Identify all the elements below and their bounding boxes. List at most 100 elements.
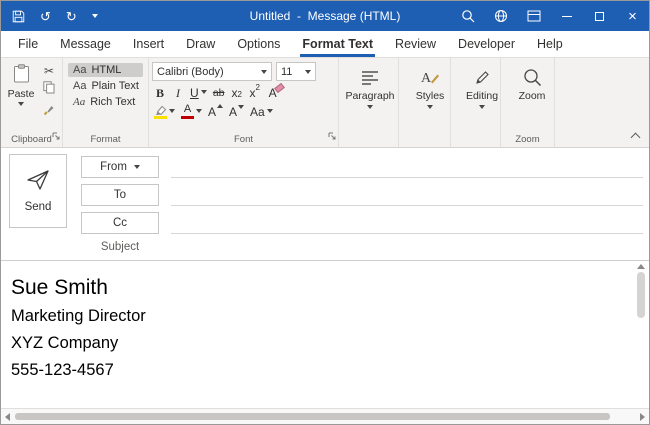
font-group-label: Font [234, 134, 253, 145]
maximize-button[interactable] [583, 1, 616, 31]
customize-quick-access-icon[interactable] [92, 14, 98, 18]
shrink-font-button[interactable]: A [227, 103, 246, 119]
ribbon-display-options-icon[interactable] [517, 1, 550, 31]
scroll-right-icon[interactable] [640, 413, 645, 421]
send-icon [26, 169, 50, 196]
cut-icon[interactable]: ✂ [44, 65, 54, 77]
cc-button[interactable]: Cc [81, 212, 159, 234]
clipboard-group-label: Clipboard [11, 134, 52, 145]
minimize-button[interactable] [550, 1, 583, 31]
tab-insert[interactable]: Insert [122, 31, 175, 57]
horizontal-scroll-track[interactable] [15, 413, 635, 420]
subscript-button[interactable]: x2 [229, 84, 245, 100]
copy-icon[interactable] [43, 81, 55, 99]
zoom-group: Zoom Zoom [501, 58, 555, 147]
globe-icon[interactable] [484, 1, 517, 31]
underline-button[interactable]: U [188, 84, 209, 100]
editing-group: Editing [451, 58, 501, 147]
format-painter-icon[interactable] [43, 103, 55, 121]
clipboard-dialog-launcher-icon[interactable] [52, 127, 60, 145]
font-dialog-launcher-icon[interactable] [328, 127, 336, 145]
cc-field[interactable] [171, 233, 643, 234]
paste-dropdown-icon[interactable] [18, 102, 24, 106]
font-group: Calibri (Body) 11 B I U ab x2 x2 A [149, 58, 339, 147]
format-html-button[interactable]: Aa HTML [68, 63, 143, 77]
tab-developer[interactable]: Developer [447, 31, 526, 57]
window-controls: × [451, 1, 649, 31]
to-field[interactable] [171, 205, 643, 206]
paragraph-button[interactable]: Paragraph [342, 62, 398, 109]
tab-file[interactable]: File [7, 31, 49, 57]
font-size-dropdown-icon[interactable] [305, 70, 311, 74]
paragraph-dropdown-icon[interactable] [367, 105, 373, 109]
strikethrough-button[interactable]: ab [211, 84, 227, 100]
horizontal-scroll-thumb[interactable] [15, 413, 610, 420]
zoom-button[interactable]: Zoom [504, 62, 560, 102]
styles-group: A Styles [399, 58, 451, 147]
grow-font-arrow-icon [217, 104, 223, 108]
highlighter-icon [154, 103, 167, 119]
paste-button[interactable]: Paste [4, 62, 38, 121]
to-button[interactable]: To [81, 184, 159, 206]
tab-format-text[interactable]: Format Text [291, 31, 384, 57]
from-field[interactable] [171, 177, 643, 178]
scroll-left-icon[interactable] [5, 413, 10, 421]
tab-help[interactable]: Help [526, 31, 574, 57]
redo-icon[interactable]: ↻ [66, 10, 77, 23]
title-bar: ↺ ↻ Untitled - Message (HTML) × [1, 1, 649, 31]
window-title: Untitled - Message (HTML) [250, 9, 401, 23]
styles-button[interactable]: A Styles [402, 62, 458, 109]
paste-label: Paste [8, 88, 35, 100]
shrink-font-arrow-icon [238, 105, 244, 109]
editing-icon [475, 67, 490, 87]
font-size-combobox[interactable]: 11 [276, 62, 316, 81]
tab-options[interactable]: Options [226, 31, 291, 57]
italic-button[interactable]: I [170, 84, 186, 100]
send-button[interactable]: Send [9, 154, 67, 228]
change-case-dropdown-icon[interactable] [267, 109, 273, 113]
tab-message[interactable]: Message [49, 31, 122, 57]
format-rich-text-button[interactable]: Aa Rich Text [68, 95, 143, 109]
bold-button[interactable]: B [152, 84, 168, 100]
text-highlight-color-button[interactable] [152, 103, 177, 119]
tab-draw[interactable]: Draw [175, 31, 226, 57]
from-dropdown-icon[interactable] [134, 165, 140, 169]
styles-dropdown-icon[interactable] [427, 105, 433, 109]
signature-name: Sue Smith [11, 273, 629, 303]
clear-formatting-button[interactable]: A [265, 84, 281, 100]
from-button[interactable]: From [81, 156, 159, 178]
vertical-scrollbar[interactable] [635, 264, 647, 405]
superscript-button[interactable]: x2 [247, 84, 263, 100]
format-plain-text-button[interactable]: Aa Plain Text [68, 79, 143, 93]
scroll-up-icon[interactable] [637, 264, 645, 269]
font-name-dropdown-icon[interactable] [261, 70, 267, 74]
format-group: Aa HTML Aa Plain Text Aa Rich Text Forma… [63, 58, 149, 147]
font-name-combobox[interactable]: Calibri (Body) [152, 62, 272, 81]
underline-dropdown-icon[interactable] [201, 90, 207, 94]
font-color-button[interactable]: A [179, 103, 204, 119]
font-color-icon: A [181, 103, 194, 119]
ribbon-tab-bar: File Message Insert Draw Options Format … [1, 31, 649, 58]
save-icon[interactable] [12, 10, 25, 23]
message-body[interactable]: Sue Smith Marketing Director XYZ Company… [1, 261, 649, 408]
tab-review[interactable]: Review [384, 31, 447, 57]
horizontal-scrollbar[interactable] [1, 408, 649, 424]
search-icon[interactable] [451, 1, 484, 31]
signature-phone: 555-123-4567 [11, 357, 629, 384]
zoom-group-label: Zoom [515, 134, 539, 145]
font-color-dropdown-icon[interactable] [196, 109, 202, 113]
clipboard-group: Paste ✂ Clipboard [1, 58, 63, 147]
quick-access-toolbar: ↺ ↻ [1, 10, 98, 23]
subject-label: Subject [81, 241, 159, 253]
undo-icon[interactable]: ↺ [40, 10, 51, 23]
grow-font-button[interactable]: A [206, 103, 225, 119]
zoom-icon [523, 67, 542, 87]
format-group-label: Format [90, 134, 120, 145]
outlook-message-window: ↺ ↻ Untitled - Message (HTML) × File Mes… [0, 0, 650, 425]
vertical-scroll-thumb[interactable] [637, 272, 645, 318]
close-button[interactable]: × [616, 1, 649, 31]
change-case-button[interactable]: Aa [248, 103, 275, 119]
ribbon: Paste ✂ Clipboard [1, 58, 649, 148]
highlight-dropdown-icon[interactable] [169, 109, 175, 113]
editing-dropdown-icon[interactable] [479, 105, 485, 109]
